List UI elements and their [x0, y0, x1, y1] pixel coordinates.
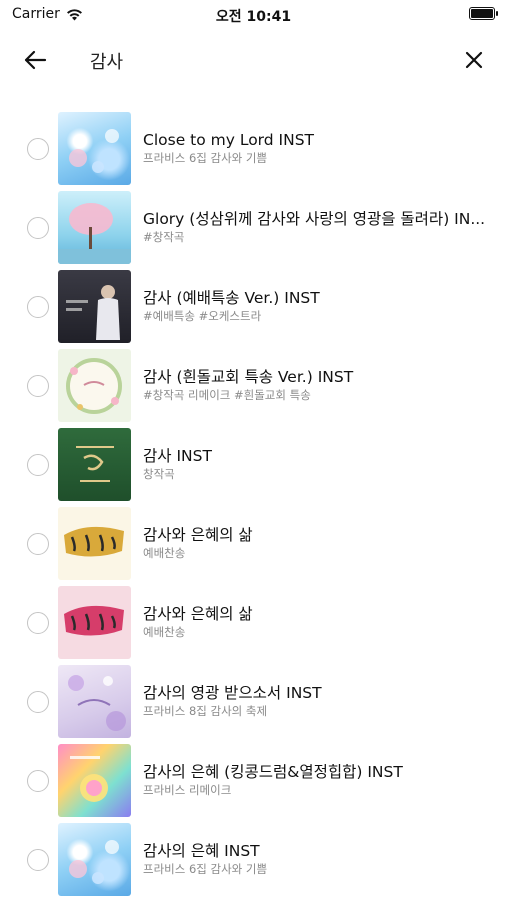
song-subtitle: 예배찬송 — [143, 625, 186, 639]
song-title: 감사 INST — [143, 447, 212, 465]
song-title: Close to my Lord INST — [143, 131, 315, 149]
song-title: 감사 (흰돌교회 특송 Ver.) INST — [143, 368, 354, 386]
song-subtitle: 프라비스 8집 감사의 축제 — [143, 704, 268, 718]
song-title: 감사의 은혜 INST — [143, 842, 260, 860]
select-radio[interactable] — [27, 533, 49, 555]
select-radio[interactable] — [27, 454, 49, 476]
song-subtitle: 창작곡 — [143, 467, 175, 481]
list-item[interactable]: 감사의 은혜 INST 프라비스 6집 감사와 기쁨 — [0, 819, 507, 898]
album-art — [58, 507, 131, 580]
select-radio[interactable] — [27, 849, 49, 871]
song-subtitle: 프라비스 6집 감사와 기쁨 — [143, 151, 268, 165]
song-title: 감사의 은혜 (킹콩드럼&열정힙합) INST — [143, 763, 403, 781]
song-subtitle: #예배특송 #오케스트라 — [143, 309, 262, 323]
song-title: 감사와 은혜의 삶 — [143, 605, 253, 623]
select-radio[interactable] — [27, 612, 49, 634]
album-art — [58, 823, 131, 896]
album-art — [58, 270, 131, 343]
song-subtitle: #창작곡 리메이크 #흰돌교회 특송 — [143, 388, 311, 402]
song-title: 감사 (예배특송 Ver.) INST — [143, 289, 320, 307]
select-radio[interactable] — [27, 296, 49, 318]
song-title: 감사와 은혜의 삶 — [143, 526, 253, 544]
album-art — [58, 428, 131, 501]
list-item[interactable]: 감사의 은혜 (킹콩드럼&열정힙합) INST 프라비스 리메이크 — [0, 740, 507, 819]
album-art — [58, 191, 131, 264]
select-radio[interactable] — [27, 691, 49, 713]
song-subtitle: 프라비스 리메이크 — [143, 783, 232, 797]
list-item[interactable]: 감사 INST 창작곡 — [0, 424, 507, 503]
select-radio[interactable] — [27, 375, 49, 397]
close-button[interactable] — [459, 46, 489, 74]
album-art — [58, 112, 131, 185]
list-item[interactable]: 감사 (흰돌교회 특송 Ver.) INST #창작곡 리메이크 #흰돌교회 특… — [0, 345, 507, 424]
song-subtitle: 프라비스 6집 감사와 기쁨 — [143, 862, 268, 876]
back-button[interactable] — [20, 46, 50, 74]
album-art — [58, 665, 131, 738]
status-bar: Carrier 오전 10:41 — [0, 0, 507, 30]
select-radio[interactable] — [27, 138, 49, 160]
song-subtitle: 예배찬송 — [143, 546, 186, 560]
list-item[interactable]: 감사의 영광 받으소서 INST 프라비스 8집 감사의 축제 — [0, 661, 507, 740]
select-radio[interactable] — [27, 770, 49, 792]
album-art — [58, 349, 131, 422]
close-icon — [465, 51, 483, 69]
list-item[interactable]: 감사와 은혜의 삶 예배찬송 — [0, 503, 507, 582]
search-header: 감사 — [0, 36, 507, 84]
list-item[interactable]: Close to my Lord INST 프라비스 6집 감사와 기쁨 — [0, 108, 507, 187]
arrow-left-icon — [24, 50, 47, 70]
list-item[interactable]: 감사와 은혜의 삶 예배찬송 — [0, 582, 507, 661]
song-title: 감사의 영광 받으소서 INST — [143, 684, 322, 702]
song-list: Close to my Lord INST 프라비스 6집 감사와 기쁨 Glo… — [0, 108, 507, 898]
search-query[interactable]: 감사 — [90, 48, 123, 74]
album-art — [58, 586, 131, 659]
list-item[interactable]: 감사 (예배특송 Ver.) INST #예배특송 #오케스트라 — [0, 266, 507, 345]
list-item[interactable]: Glory (성삼위께 감사와 사랑의 영광을 돌려라) IN... #창작곡 — [0, 187, 507, 266]
album-art — [58, 744, 131, 817]
song-title: Glory (성삼위께 감사와 사랑의 영광을 돌려라) IN... — [143, 210, 486, 228]
battery-icon — [469, 7, 498, 20]
song-subtitle: #창작곡 — [143, 230, 185, 244]
status-time: 오전 10:41 — [215, 9, 292, 25]
select-radio[interactable] — [27, 217, 49, 239]
